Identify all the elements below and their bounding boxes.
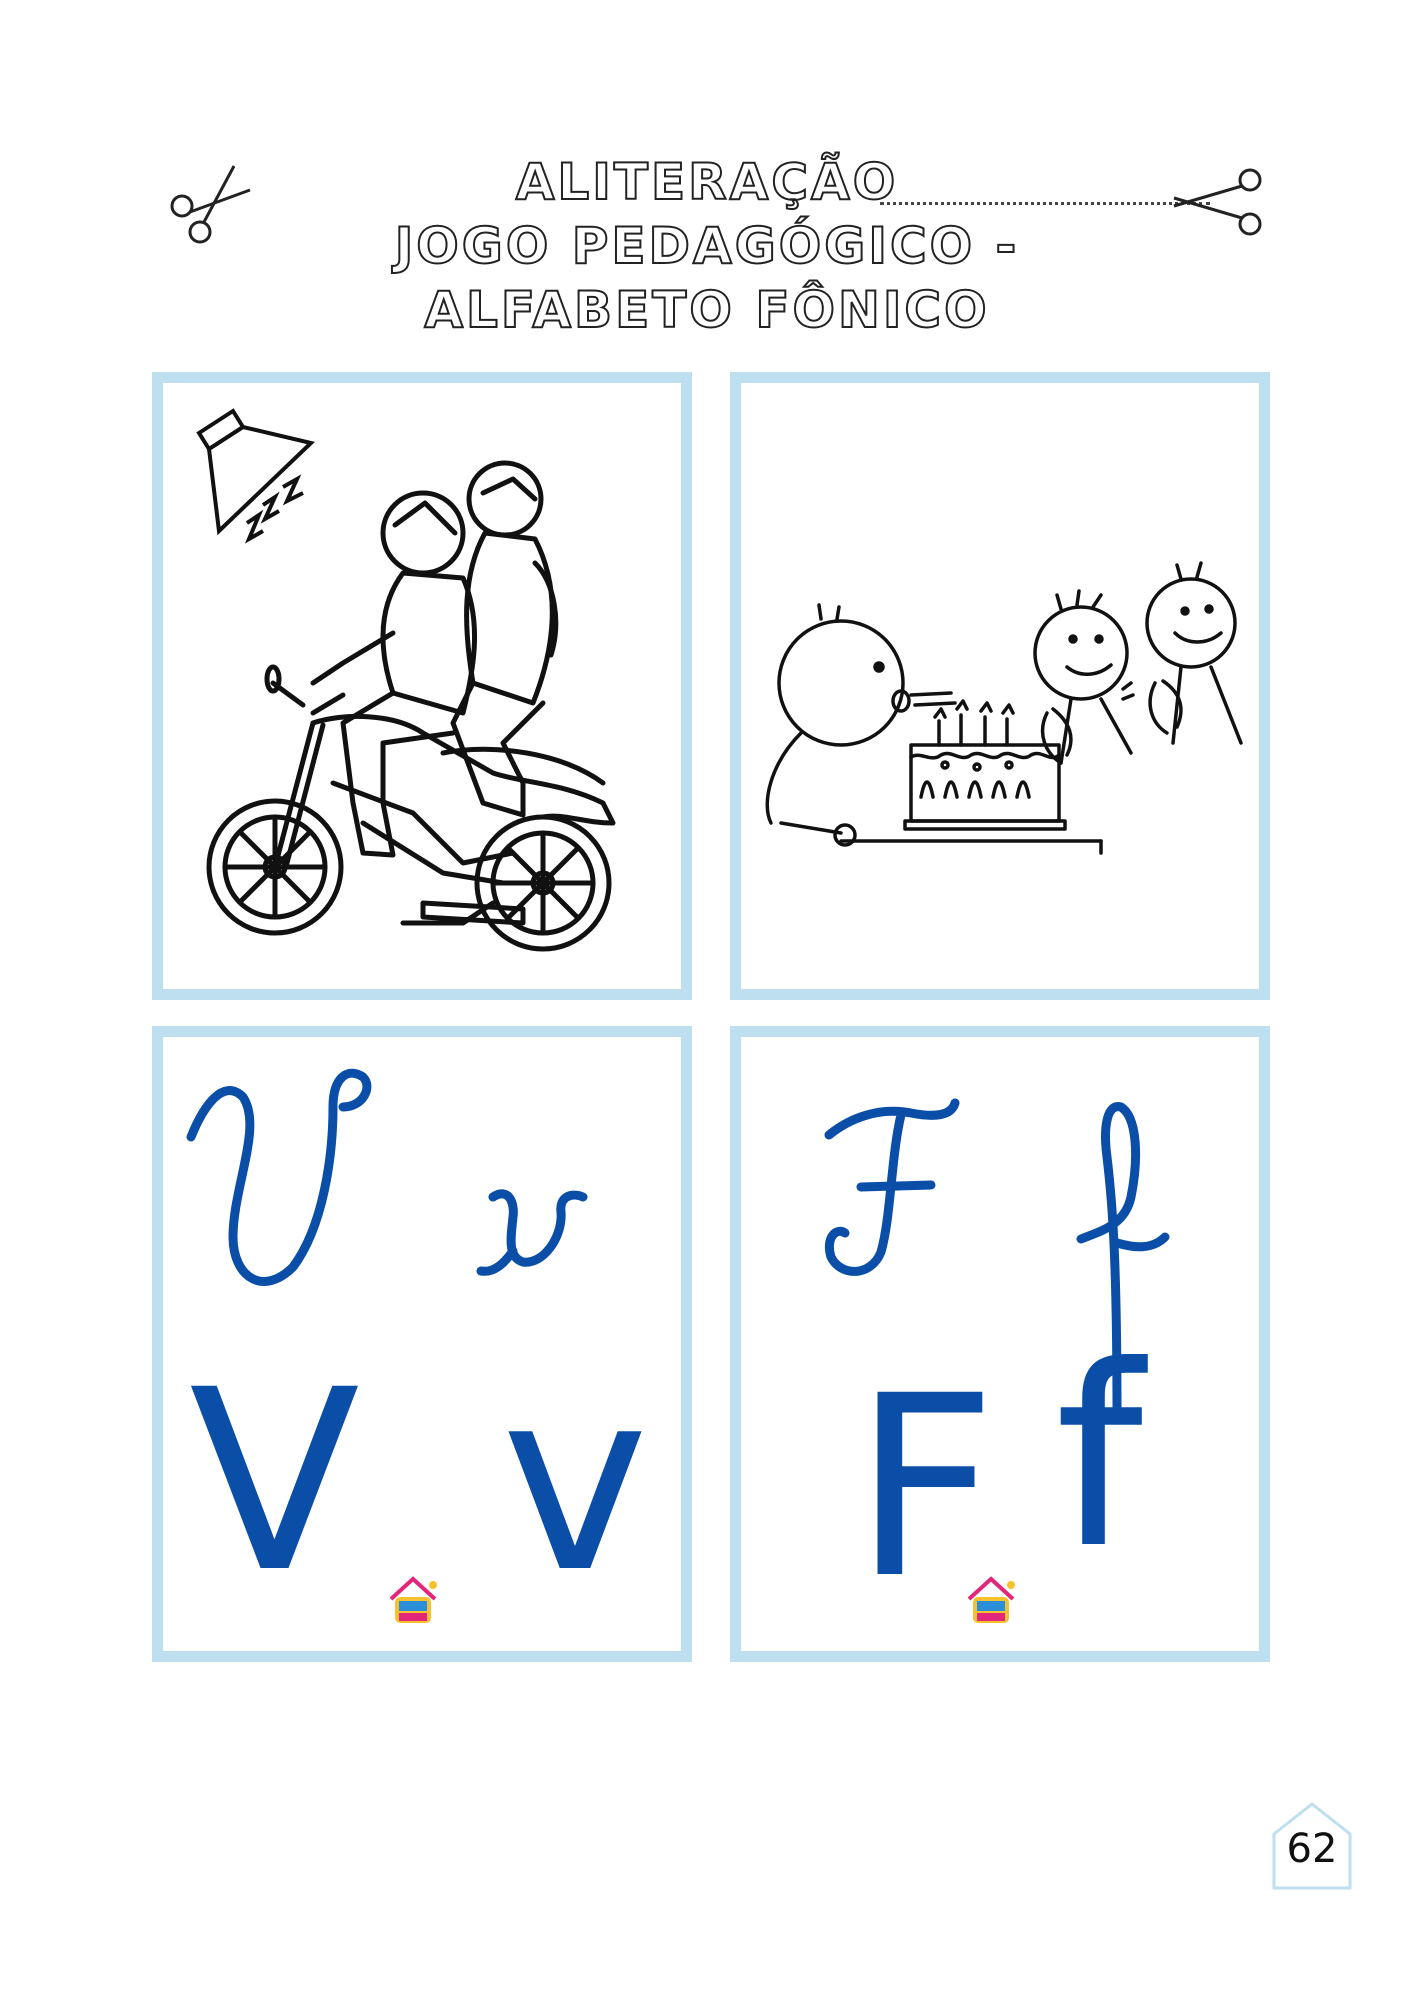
page-number: 62 bbox=[1286, 1826, 1338, 1872]
print-upper-v: V bbox=[189, 1336, 361, 1627]
card-motorcycle bbox=[152, 372, 692, 1000]
cursive-lower-v bbox=[488, 1189, 588, 1267]
casa-logo bbox=[967, 1576, 1015, 1623]
headlight-icon bbox=[196, 408, 316, 544]
print-lower-f: f bbox=[1055, 1312, 1144, 1603]
title-line-3: ALFABETO FÔNICO bbox=[423, 280, 990, 340]
cut-line bbox=[880, 202, 1210, 205]
cursive-letters-f bbox=[824, 1098, 1170, 1422]
card-birthday bbox=[730, 372, 1270, 1000]
motorcycle-illustration bbox=[196, 408, 616, 952]
cursive-upper-v bbox=[186, 1068, 372, 1286]
scissors-icon bbox=[1173, 168, 1262, 236]
card-letter-v: V v bbox=[152, 1026, 692, 1662]
casa-logo bbox=[389, 1576, 437, 1623]
card-letter-f: F f bbox=[730, 1026, 1270, 1662]
scissors-icon bbox=[170, 165, 251, 244]
cursive-upper-f bbox=[824, 1098, 960, 1276]
birthday-illustration bbox=[765, 561, 1243, 855]
print-lower-v: v bbox=[501, 1336, 649, 1627]
